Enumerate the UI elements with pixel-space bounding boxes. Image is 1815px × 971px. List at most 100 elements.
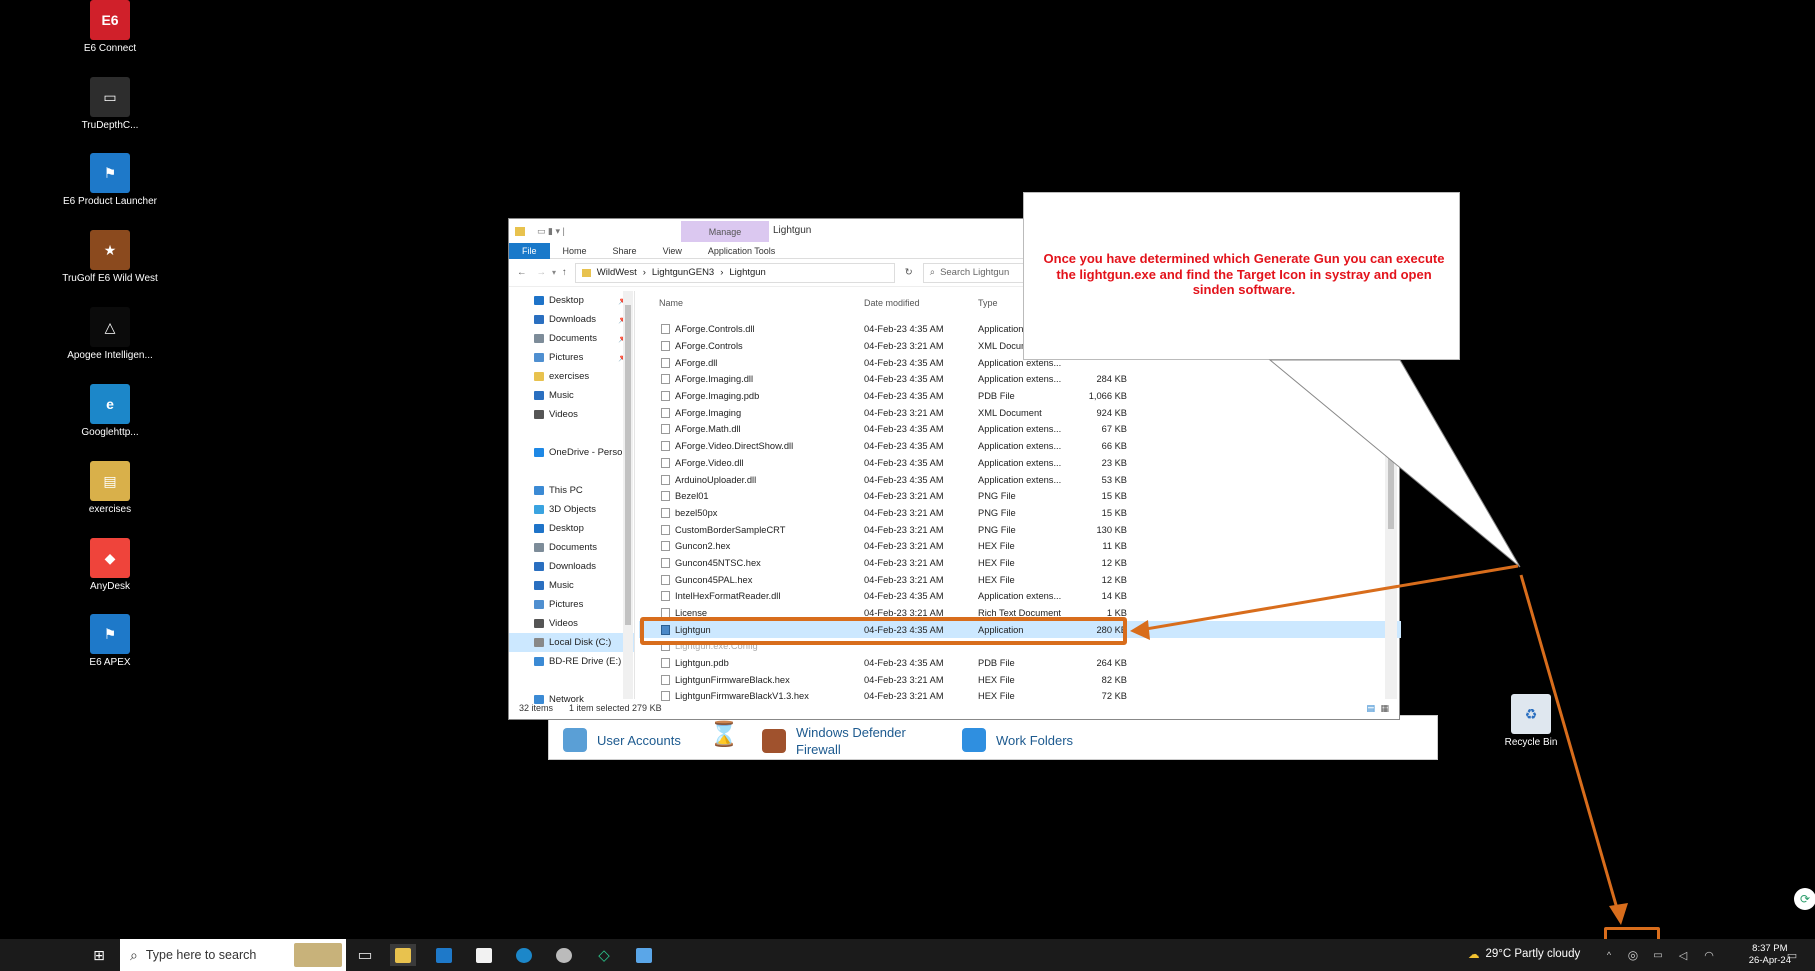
nav-item[interactable]: Music (509, 386, 634, 405)
nav-item[interactable]: BD-RE Drive (E:) (509, 652, 634, 671)
taskbar-edge[interactable] (511, 944, 537, 966)
desktop-icon[interactable]: e Googlehttp... (60, 384, 160, 439)
file-row[interactable]: bezel50px 04-Feb-23 3:21 AM PNG File 15 KB (639, 505, 1401, 522)
file-row[interactable]: IntelHexFormatReader.dll 04-Feb-23 4:35 A… (639, 588, 1401, 605)
tab-share[interactable]: Share (600, 243, 650, 259)
tab-view[interactable]: View (650, 243, 695, 259)
user-accounts-link[interactable]: User Accounts (563, 728, 681, 752)
firewall-label: Windows Defender Firewall (796, 725, 906, 757)
nav-item-label: Local Disk (C:) (549, 637, 612, 648)
file-row[interactable]: LightgunFirmwareBlack.hex 04-Feb-23 3:21 … (639, 671, 1401, 688)
desktop-icon[interactable]: △ Apogee Intelligen... (60, 307, 160, 362)
manage-tab[interactable]: Manage (681, 221, 769, 242)
file-row[interactable]: AForge.Video.DirectShow.dll 04-Feb-23 4:3… (639, 438, 1401, 455)
file-size: 284 KB (1096, 374, 1128, 385)
file-size: 15 KB (1101, 507, 1127, 518)
breadcrumb-item[interactable]: Lightgun (729, 267, 765, 278)
nav-item[interactable]: Videos (509, 614, 634, 633)
nav-item[interactable]: Documents📌 (509, 329, 634, 348)
file-row[interactable]: ArduinoUploader.dll 04-Feb-23 4:35 AM Appl… (639, 471, 1401, 488)
work-folders-link[interactable]: Work Folders (962, 728, 1073, 752)
recent-locations-icon[interactable]: ▾ (552, 268, 556, 277)
tab-home[interactable]: Home (550, 243, 600, 259)
desktop-icon[interactable]: ⚑ E6 Product Launcher (60, 153, 160, 208)
nav-scrollbar[interactable] (623, 291, 633, 699)
desktop: E6 E6 Connect ▭ TruDepthC... ⚑ E6 Product Lau… (0, 0, 1815, 971)
taskbar-app-2[interactable] (551, 944, 577, 966)
file-row[interactable]: Guncon45PAL.hex 04-Feb-23 3:21 AM HEX File… (639, 571, 1401, 588)
nav-item[interactable]: Desktop (509, 519, 634, 538)
nav-item-label: Desktop (549, 523, 584, 534)
file-row[interactable]: Lightgun.pdb 04-Feb-23 4:35 AM PDB File 264… (639, 655, 1401, 672)
column-name[interactable]: Name (659, 298, 683, 308)
desktop-icon[interactable]: ▭ TruDepthC... (60, 77, 160, 132)
desktop-icon[interactable]: ◆ AnyDesk (60, 538, 160, 593)
notification-icon[interactable]: ▭ (1779, 944, 1805, 966)
file-row[interactable]: CustomBorderSampleCRT 04-Feb-23 3:21 AM PN… (639, 521, 1401, 538)
search-input[interactable]: ⌕ Search Lightgun (922, 262, 1033, 283)
file-row[interactable]: AForge.Video.dll 04-Feb-23 4:35 AM Applica… (639, 455, 1401, 472)
nav-item[interactable]: 3D Objects (509, 500, 634, 519)
nav-item[interactable]: Videos (509, 405, 634, 424)
file-row[interactable]: AForge.Imaging.dll 04-Feb-23 4:35 AM Appli… (639, 371, 1401, 388)
refresh-icon[interactable]: ↻ (905, 267, 913, 278)
file-row[interactable]: Guncon45NTSC.hex 04-Feb-23 3:21 AM HEX Fil… (639, 555, 1401, 572)
nav-item[interactable]: Pictures (509, 595, 634, 614)
network-icon[interactable]: ◠ (1696, 944, 1722, 966)
taskbar-file-explorer[interactable] (390, 944, 416, 966)
nav-item[interactable]: Downloads (509, 557, 634, 576)
column-type[interactable]: Type (978, 298, 998, 308)
desktop-icon[interactable]: ★ TruGolf E6 Wild West (60, 230, 160, 285)
target-tray-icon[interactable]: ◎ (1620, 944, 1646, 966)
file-row[interactable]: AForge.Imaging 04-Feb-23 3:21 AM XML Docum… (639, 404, 1401, 421)
selection-info: 1 item selected 279 KB (569, 703, 662, 713)
start-button[interactable]: ⊞ (86, 944, 112, 966)
taskbar-search[interactable]: ⌕ Type here to search (120, 939, 346, 971)
details-view-icon[interactable]: ▤ (1366, 703, 1375, 714)
nav-item[interactable]: Desktop📌 (509, 291, 634, 310)
taskbar-app-1[interactable] (431, 944, 457, 966)
weather-widget[interactable]: ☁ 29°C Partly cloudy (1468, 947, 1580, 961)
file-row[interactable]: AForge.Imaging.pdb 04-Feb-23 4:35 AM PDB F… (639, 388, 1401, 405)
nav-item[interactable]: Documents (509, 538, 634, 557)
desktop-icon[interactable]: ⚑ E6 APEX (60, 614, 160, 669)
file-icon (661, 674, 670, 685)
file-row[interactable]: Guncon2.hex 04-Feb-23 3:21 AM HEX File 11 K… (639, 538, 1401, 555)
nav-item[interactable]: exercises (509, 367, 634, 386)
breadcrumb-item[interactable]: LightgunGEN3 (652, 267, 714, 278)
nav-item[interactable]: This PC (509, 481, 634, 500)
nav-item[interactable]: OneDrive - Person (509, 443, 634, 462)
nav-item-icon (534, 296, 544, 305)
task-view-icon[interactable]: ▭ (352, 944, 378, 966)
large-icons-view-icon[interactable]: ▦ (1380, 703, 1389, 714)
tab-file[interactable]: File (509, 242, 550, 259)
nav-item[interactable]: Downloads📌 (509, 310, 634, 329)
windows-defender-firewall-link[interactable]: Windows Defender Firewall (762, 724, 916, 758)
nav-item[interactable]: Music (509, 576, 634, 595)
file-name: Guncon45NTSC.hex (675, 557, 761, 568)
nav-item[interactable]: Pictures📌 (509, 348, 634, 367)
battery-icon[interactable]: ▭ (1645, 944, 1671, 966)
taskbar-app-3[interactable]: ◇ (591, 944, 617, 966)
breadcrumb[interactable]: WildWest › LightgunGEN3 › Lightgun (574, 262, 895, 283)
tray-overflow-icon[interactable]: ^ (1596, 944, 1622, 966)
nav-scrollbar-thumb[interactable] (625, 305, 631, 625)
list-scrollbar[interactable] (1385, 315, 1397, 699)
desktop-icon[interactable]: ▤ exercises (60, 461, 160, 516)
file-row[interactable]: AForge.Math.dll 04-Feb-23 4:35 AM Applicat… (639, 421, 1401, 438)
quick-access-toolbar[interactable]: ▭ ▮ ▾ | (537, 226, 565, 237)
back-icon[interactable]: ← (517, 267, 527, 278)
recycle-bin[interactable]: ♻ Recycle Bin (1481, 694, 1581, 749)
side-floating-icon[interactable]: ⟳ (1794, 888, 1815, 910)
taskbar-app-4[interactable] (631, 944, 657, 966)
forward-icon[interactable]: → (537, 267, 547, 278)
column-date-modified[interactable]: Date modified (864, 298, 920, 308)
volume-icon[interactable]: ◁ (1670, 944, 1696, 966)
tab-application-tools[interactable]: Application Tools (695, 243, 788, 259)
nav-item[interactable]: Local Disk (C:) (509, 633, 634, 652)
file-row[interactable]: Bezel01 04-Feb-23 3:21 AM PNG File 15 KB (639, 488, 1401, 505)
up-icon[interactable]: ↑ (562, 267, 567, 278)
taskbar-notepad[interactable] (471, 944, 497, 966)
desktop-icon[interactable]: E6 E6 Connect (60, 0, 160, 55)
breadcrumb-item[interactable]: WildWest (597, 267, 637, 278)
